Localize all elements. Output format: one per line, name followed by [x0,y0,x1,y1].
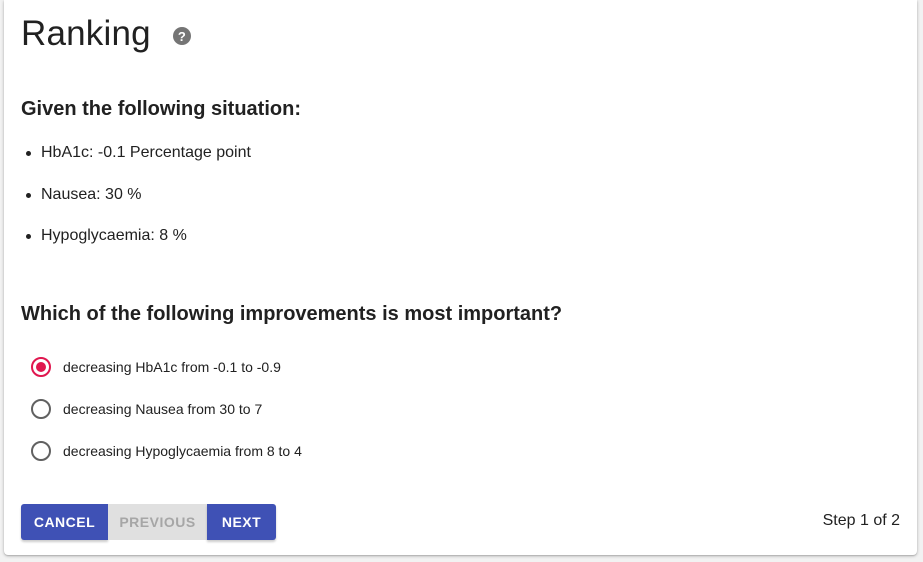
cancel-button[interactable]: CANCEL [21,504,108,540]
option-hba1c[interactable]: decreasing HbA1c from -0.1 to -0.9 [31,355,302,379]
bullet-icon [26,234,31,239]
button-group: CANCEL PREVIOUS NEXT [21,504,276,540]
question-heading: Which of the following improvements is m… [21,303,563,325]
situation-item-label: Nausea: 30 % [41,185,142,203]
situation-item-label: Hypoglycaemia: 8 % [41,227,187,244]
radio-button[interactable] [31,441,51,461]
help-circle-icon[interactable]: ? [172,27,191,45]
option-hypoglycaemia[interactable]: decreasing Hypoglycaemia from 8 to 4 [31,439,302,463]
radio-button[interactable] [31,399,51,419]
situation-list: HbA1c: -0.1 Percentage point Nausea: 30 … [21,143,251,268]
option-label[interactable]: decreasing Nausea from 30 to 7 [63,401,262,417]
situation-item: HbA1c: -0.1 Percentage point [21,143,251,163]
step-indicator: Step 1 of 2 [822,512,900,529]
ranking-card: Ranking ? Given the following situation:… [4,0,917,555]
title-row: Ranking ? [21,14,191,54]
page-title: Ranking [21,14,151,53]
previous-button: PREVIOUS [108,504,207,540]
situation-item: Nausea: 30 % [21,185,251,205]
option-nausea[interactable]: decreasing Nausea from 30 to 7 [31,397,302,421]
bullet-icon [26,151,31,156]
option-label[interactable]: decreasing Hypoglycaemia from 8 to 4 [63,443,302,459]
situation-item-label: HbA1c: -0.1 Percentage point [41,144,251,161]
situation-item: Hypoglycaemia: 8 % [21,226,251,246]
radio-button[interactable] [31,357,51,377]
bullet-icon [26,192,31,198]
option-label[interactable]: decreasing HbA1c from -0.1 to -0.9 [63,359,281,375]
next-button[interactable]: NEXT [207,504,276,540]
options-radio-group: decreasing HbA1c from -0.1 to -0.9 decre… [31,355,302,481]
situation-heading: Given the following situation: [21,98,301,120]
